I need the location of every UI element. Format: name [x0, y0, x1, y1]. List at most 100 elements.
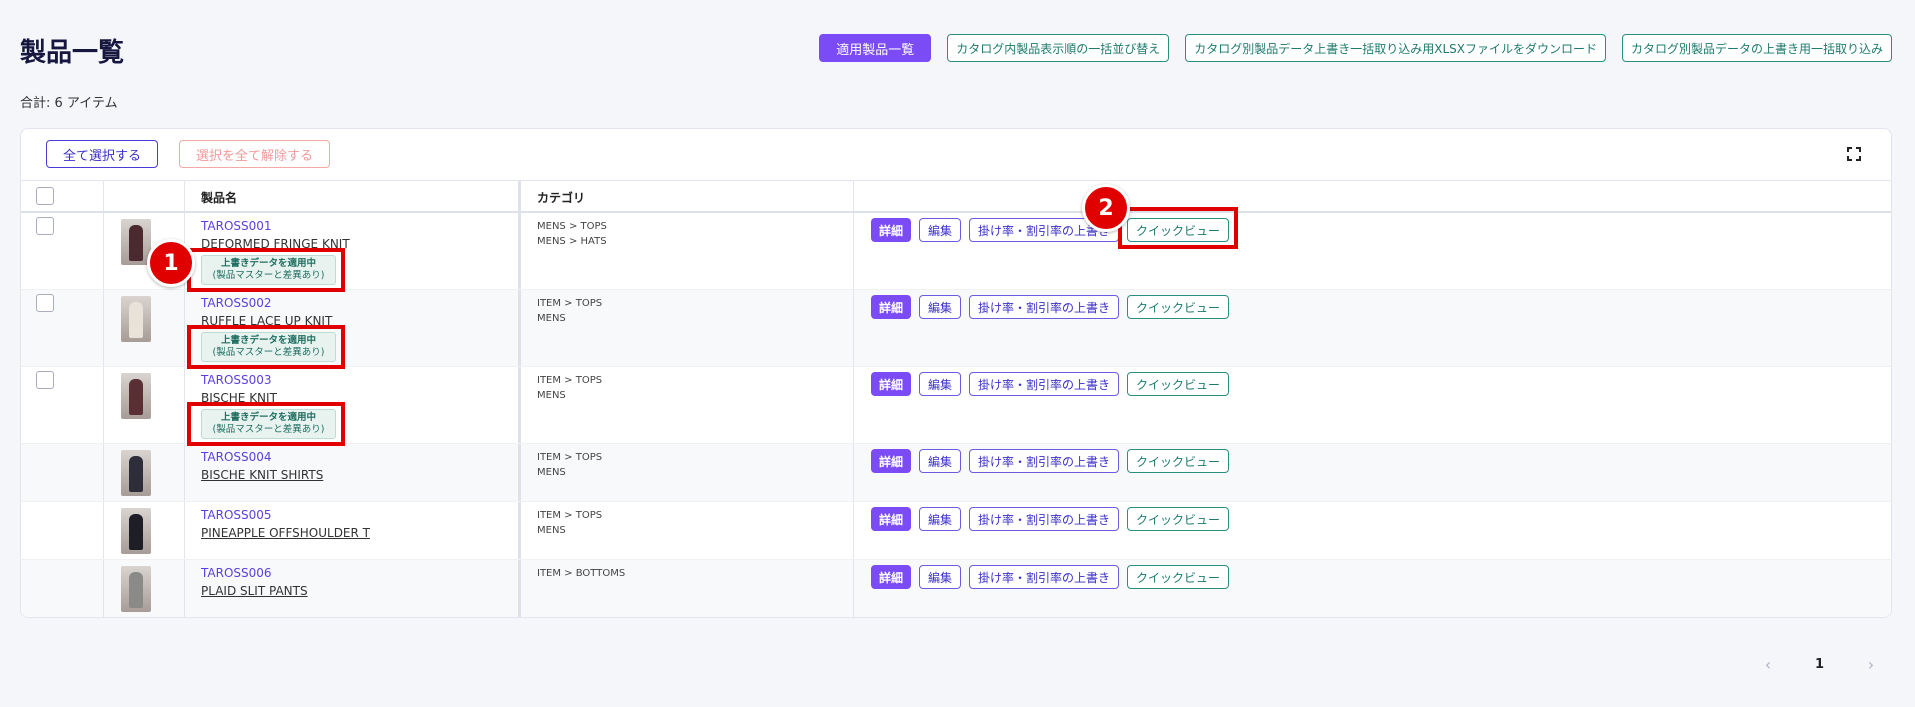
table-row: TAROSS001 DEFORMED FRINGE KNIT 上書きデータを適用中(…: [21, 213, 1891, 290]
product-image: [129, 514, 143, 550]
override-rate-button[interactable]: 掛け率・割引率の上書き: [969, 565, 1120, 589]
table-toolbar: 全て選択する 選択を全て解除する: [21, 129, 1891, 181]
product-name: RUFFLE LACE UP KNIT: [201, 314, 333, 328]
quick-view-button[interactable]: クイックビュー: [1127, 449, 1230, 473]
product-thumbnail: [121, 508, 151, 554]
product-code-link[interactable]: TAROSS005: [201, 508, 272, 522]
category-line-1: ITEM > BOTTOMS: [537, 568, 626, 579]
applied-products-button[interactable]: 適用製品一覧: [819, 34, 932, 62]
total-count: 合計: 6 アイテム: [20, 92, 118, 111]
category-line-2: MENS: [537, 467, 566, 478]
product-thumbnail: [121, 296, 151, 342]
product-name[interactable]: BISCHE KNIT SHIRTS: [201, 468, 323, 482]
category-cell: ITEM > TOPS MENS: [537, 450, 602, 480]
product-thumbnail: [121, 373, 151, 419]
pagination: ‹ 1 ›: [1759, 655, 1880, 674]
bulk-reorder-button[interactable]: カタログ内製品表示順の一括並び替え: [947, 34, 1170, 62]
detail-button[interactable]: 詳細: [871, 372, 912, 396]
row-actions: 詳細 編集 掛け率・割引率の上書き クイックビュー: [871, 507, 1230, 531]
quick-view-button[interactable]: クイックビュー: [1127, 218, 1230, 242]
detail-button[interactable]: 詳細: [871, 565, 912, 589]
quick-view-button[interactable]: クイックビュー: [1127, 507, 1230, 531]
row-actions: 詳細 編集 掛け率・割引率の上書き クイックビュー: [871, 295, 1230, 319]
product-code-link[interactable]: TAROSS004: [201, 450, 272, 464]
edit-button[interactable]: 編集: [919, 372, 962, 396]
detail-button[interactable]: 詳細: [871, 295, 912, 319]
product-thumbnail: [121, 566, 151, 612]
annotation-marker-2: 2: [1082, 184, 1130, 232]
row-actions: 詳細 編集 掛け率・割引率の上書き クイックビュー: [871, 372, 1230, 396]
product-image: [129, 572, 143, 608]
badge-line-2: (製品マスターと差異あり): [212, 347, 325, 358]
row-checkbox[interactable]: [36, 217, 54, 235]
bulk-import-button[interactable]: カタログ別製品データの上書き用一括取り込み: [1621, 34, 1892, 62]
table-row: TAROSS003 BISCHE KNIT 上書きデータを適用中 (製品マスターと差異…: [21, 367, 1891, 444]
product-code-link[interactable]: TAROSS006: [201, 566, 272, 580]
deselect-all-button[interactable]: 選択を全て解除する: [179, 140, 331, 168]
edit-button[interactable]: 編集: [919, 295, 962, 319]
detail-button[interactable]: 詳細: [871, 507, 912, 531]
row-actions: 詳細 編集 掛け率・割引率の上書き クイックビュー: [871, 218, 1230, 242]
product-name[interactable]: PLAID SLIT PANTS: [201, 584, 308, 598]
table-row: TAROSS006 PLAID SLIT PANTS ITEM > BOTTOMS 詳…: [21, 560, 1891, 617]
override-rate-button[interactable]: 掛け率・割引率の上書き: [969, 449, 1120, 473]
category-cell: ITEM > TOPS MENS: [537, 373, 602, 403]
detail-button[interactable]: 詳細: [871, 449, 912, 473]
prev-page-icon[interactable]: ‹: [1759, 655, 1777, 674]
quick-view-button[interactable]: クイックビュー: [1127, 565, 1230, 589]
badge-line-2: (製品マスターと差異あり): [212, 424, 325, 435]
product-code-link[interactable]: TAROSS001: [201, 219, 272, 233]
category-cell: ITEM > TOPS MENS: [537, 296, 602, 326]
category-line-2: MENS > HATS: [537, 236, 607, 247]
category-line-1: ITEM > TOPS: [537, 452, 603, 463]
product-image: [129, 302, 143, 338]
row-checkbox[interactable]: [36, 371, 54, 389]
override-status-badge: 上書きデータを適用中 (製品マスターと差異あり): [201, 332, 336, 362]
category-line-2: MENS: [537, 525, 566, 536]
product-image: [129, 456, 143, 492]
select-all-button[interactable]: 全て選択する: [46, 140, 159, 168]
product-image: [129, 379, 143, 415]
override-rate-button[interactable]: 掛け率・割引率の上書き: [969, 295, 1120, 319]
category-line-2: MENS: [537, 390, 566, 401]
override-status-badge: 上書きデータを適用中 (製品マスターと差異あり): [201, 255, 336, 285]
badge-line-1: 上書きデータを適用中: [220, 412, 316, 423]
page-number[interactable]: 1: [1815, 657, 1824, 672]
product-image: [129, 225, 143, 261]
category-cell: MENS > TOPS MENS > HATS: [537, 219, 607, 249]
row-actions: 詳細 編集 掛け率・割引率の上書き クイックビュー: [871, 449, 1230, 473]
table-row: TAROSS005 PINEAPPLE OFFSHOULDER T ITEM > T…: [21, 502, 1891, 560]
download-xlsx-button[interactable]: カタログ別製品データ上書き一括取り込み用XLSXファイルをダウンロード: [1185, 34, 1606, 62]
override-rate-button[interactable]: 掛け率・割引率の上書き: [969, 372, 1120, 396]
header-checkbox[interactable]: [36, 187, 54, 205]
fullscreen-icon[interactable]: [1847, 147, 1861, 161]
edit-button[interactable]: 編集: [919, 218, 962, 242]
page-title: 製品一覧: [20, 38, 125, 68]
category-line-1: ITEM > TOPS: [537, 375, 603, 386]
edit-button[interactable]: 編集: [919, 449, 962, 473]
category-line-1: ITEM > TOPS: [537, 298, 603, 309]
quick-view-button[interactable]: クイックビュー: [1127, 372, 1230, 396]
category-line-1: MENS > TOPS: [537, 221, 607, 232]
product-name: DEFORMED FRINGE KNIT: [201, 237, 350, 251]
category-cell: ITEM > BOTTOMS: [537, 566, 625, 581]
detail-button[interactable]: 詳細: [871, 218, 912, 242]
override-rate-button[interactable]: 掛け率・割引率の上書き: [969, 507, 1120, 531]
edit-button[interactable]: 編集: [919, 565, 962, 589]
table-row: TAROSS002 RUFFLE LACE UP KNIT 上書きデータを適用中 (製…: [21, 290, 1891, 367]
product-code-link[interactable]: TAROSS003: [201, 373, 272, 387]
total-value: 6 アイテム: [54, 96, 118, 111]
product-name[interactable]: PINEAPPLE OFFSHOULDER T: [201, 526, 370, 540]
product-name: BISCHE KNIT: [201, 391, 277, 405]
product-code-link[interactable]: TAROSS002: [201, 296, 272, 310]
category-line-2: MENS: [537, 313, 566, 324]
table-header: 製品名 カテゴリ: [21, 181, 1891, 213]
annotation-marker-1: 1: [147, 239, 195, 287]
row-actions: 詳細 編集 掛け率・割引率の上書き クイックビュー: [871, 565, 1230, 589]
total-label: 合計:: [20, 96, 51, 111]
badge-line-1: 上書きデータを適用中: [220, 335, 316, 346]
row-checkbox[interactable]: [36, 294, 54, 312]
edit-button[interactable]: 編集: [919, 507, 962, 531]
next-page-icon[interactable]: ›: [1862, 655, 1880, 674]
quick-view-button[interactable]: クイックビュー: [1127, 295, 1230, 319]
